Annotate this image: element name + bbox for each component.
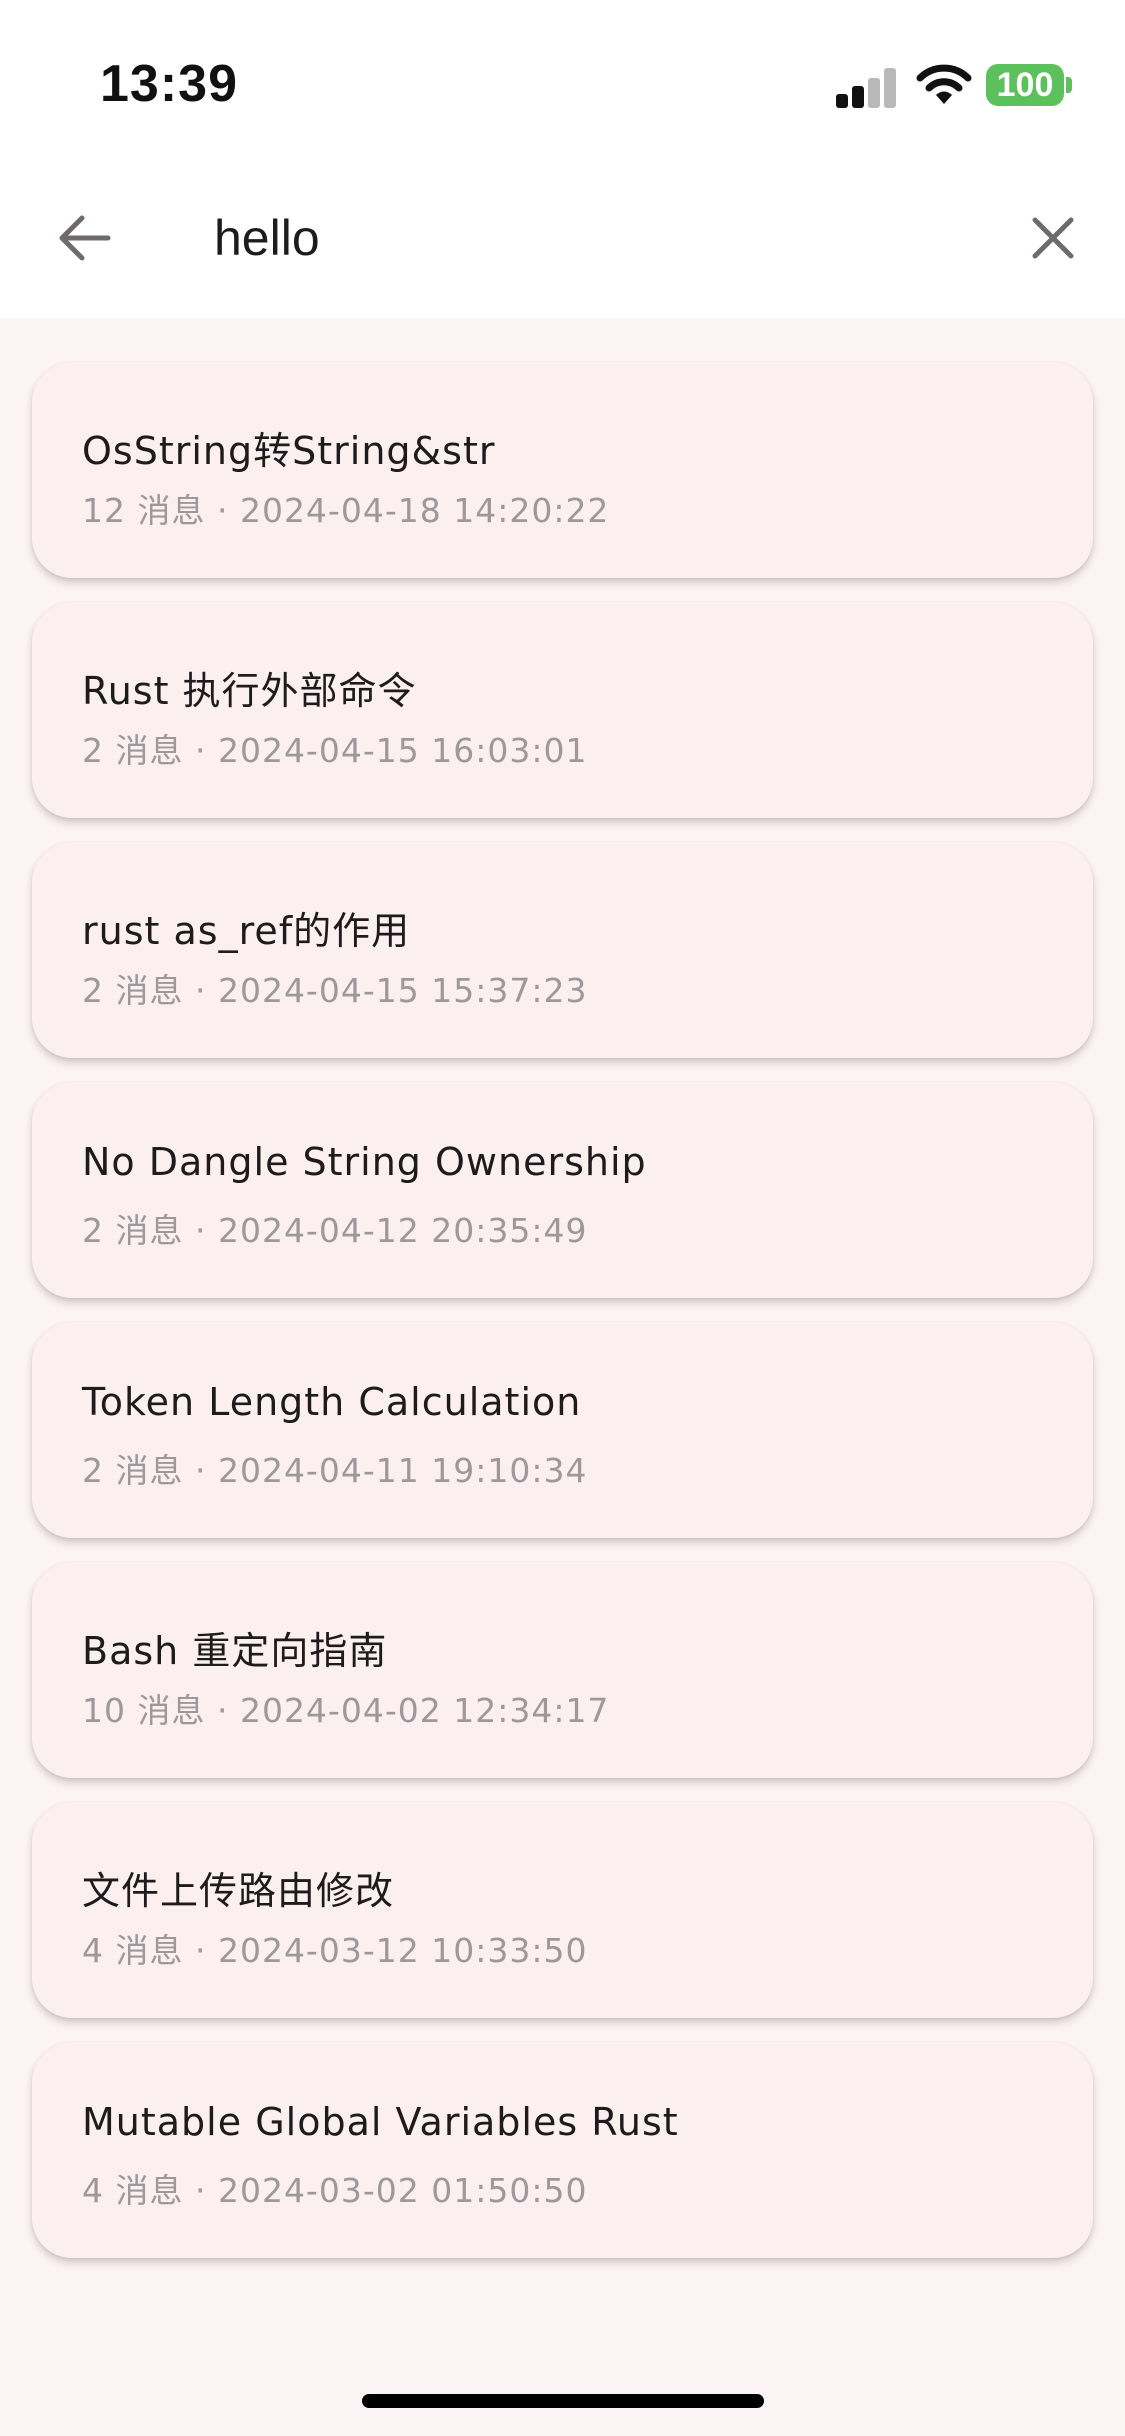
conversation-card[interactable]: Mutable Global Variables Rust 4 消息 · 202… bbox=[32, 2042, 1093, 2258]
clear-search-button[interactable] bbox=[1017, 202, 1089, 274]
conversation-title: Mutable Global Variables Rust bbox=[82, 2100, 679, 2144]
conversation-meta: 10 消息 · 2024-04-02 12:34:17 bbox=[82, 1691, 610, 1730]
conversation-card[interactable]: Token Length Calculation 2 消息 · 2024-04-… bbox=[32, 1322, 1093, 1538]
battery-tip bbox=[1066, 77, 1072, 93]
conversation-card[interactable]: No Dangle String Ownership 2 消息 · 2024-0… bbox=[32, 1082, 1093, 1298]
conversation-card[interactable]: OsString转String&str 12 消息 · 2024-04-18 1… bbox=[32, 362, 1093, 578]
status-bar: 13:39 100 bbox=[0, 0, 1125, 170]
conversation-card[interactable]: 文件上传路由修改 4 消息 · 2024-03-12 10:33:50 bbox=[32, 1802, 1093, 2018]
conversation-title: Bash 重定向指南 bbox=[82, 1629, 388, 1673]
conversation-title: rust as_ref的作用 bbox=[82, 909, 411, 953]
conversation-title: Token Length Calculation bbox=[82, 1380, 582, 1424]
conversation-meta: 2 消息 · 2024-04-11 19:10:34 bbox=[82, 1451, 588, 1490]
conversation-title: No Dangle String Ownership bbox=[82, 1140, 647, 1184]
conversation-meta: 2 消息 · 2024-04-15 15:37:23 bbox=[82, 971, 588, 1010]
conversation-card[interactable]: rust as_ref的作用 2 消息 · 2024-04-15 15:37:2… bbox=[32, 842, 1093, 1058]
wifi-icon bbox=[916, 64, 972, 104]
home-indicator[interactable] bbox=[362, 2394, 764, 2408]
status-time: 13:39 bbox=[100, 55, 238, 113]
conversation-title: OsString转String&str bbox=[82, 429, 496, 473]
conversation-meta: 12 消息 · 2024-04-18 14:20:22 bbox=[82, 491, 610, 530]
battery-icon: 100 bbox=[986, 64, 1064, 106]
search-input[interactable] bbox=[214, 198, 974, 278]
search-bar bbox=[0, 170, 1125, 318]
conversation-card[interactable]: Bash 重定向指南 10 消息 · 2024-04-02 12:34:17 bbox=[32, 1562, 1093, 1778]
conversation-title: Rust 执行外部命令 bbox=[82, 669, 417, 713]
back-button[interactable] bbox=[48, 202, 120, 274]
signal-icon bbox=[836, 68, 898, 108]
conversation-title: 文件上传路由修改 bbox=[82, 1869, 395, 1913]
conversation-meta: 2 消息 · 2024-04-15 16:03:01 bbox=[82, 731, 588, 770]
close-icon bbox=[1032, 217, 1074, 259]
conversation-card[interactable]: Rust 执行外部命令 2 消息 · 2024-04-15 16:03:01 bbox=[32, 602, 1093, 818]
conversation-meta: 2 消息 · 2024-04-12 20:35:49 bbox=[82, 1211, 588, 1250]
conversation-meta: 4 消息 · 2024-03-02 01:50:50 bbox=[82, 2171, 588, 2210]
conversation-list: OsString转String&str 12 消息 · 2024-04-18 1… bbox=[32, 362, 1093, 2282]
arrow-left-icon bbox=[59, 215, 111, 261]
conversation-meta: 4 消息 · 2024-03-12 10:33:50 bbox=[82, 1931, 588, 1970]
